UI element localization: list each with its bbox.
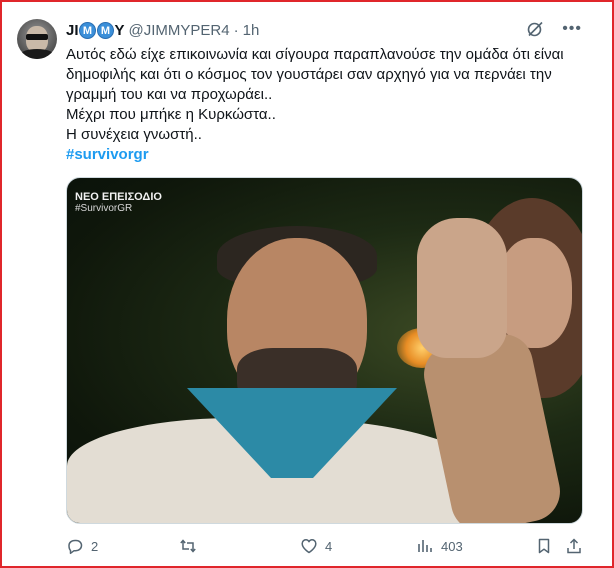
media-overlay-tag: #SurvivorGR (75, 203, 133, 214)
reply-count: 2 (91, 538, 99, 554)
like-button[interactable]: 4 (300, 535, 332, 557)
bookmark-icon (538, 538, 550, 554)
header-actions: ••• (526, 20, 582, 38)
more-icon[interactable]: ••• (562, 20, 582, 38)
views-count: 403 (441, 538, 463, 554)
retweet-button[interactable] (179, 535, 204, 557)
bookmark-button[interactable] (535, 535, 553, 557)
views-icon (418, 540, 432, 552)
user-handle[interactable]: @JIMMYPER4 (129, 22, 230, 39)
name-badge-m-2: M (97, 21, 115, 39)
avatar-glasses (26, 34, 48, 40)
hashtag-link[interactable]: #survivorgr (66, 145, 596, 165)
separator-dot: · (233, 21, 239, 39)
tweet-card[interactable]: JI M M Y @JIMMYPER4 · 1h ••• Αυτός εδώ ε… (2, 2, 612, 566)
display-name-suffix: Y (114, 21, 125, 39)
share-icon (567, 538, 581, 554)
name-badge-m-1: M (79, 21, 97, 39)
tweet-media-image[interactable]: ΝΕΟ ΕΠΕΙΣΟΔΙΟ #SurvivorGR (66, 177, 583, 524)
tweet-line-2: Μέχρι που μπήκε η Κυρκώστα.. (66, 106, 276, 123)
reply-button[interactable]: 2 (66, 535, 98, 557)
tweet-text: Αυτός εδώ είχε επικοινωνία και σίγουρα π… (66, 45, 596, 165)
display-name-prefix: JI (66, 21, 79, 39)
retweet-icon (180, 539, 196, 553)
tweet-line-3: Η συνέχεια γνωστή.. (66, 126, 202, 143)
media-overlay-title: ΝΕΟ ΕΠΕΙΣΟΔΙΟ (75, 191, 162, 203)
share-button[interactable] (565, 535, 583, 557)
avatar-shirt (19, 49, 55, 59)
tweet-line-1: Αυτός εδώ είχε επικοινωνία και σίγουρα π… (66, 46, 568, 103)
grok-icon[interactable] (526, 20, 544, 38)
like-icon (301, 539, 317, 554)
timestamp[interactable]: 1h (243, 22, 260, 39)
views-button[interactable]: 403 (416, 535, 463, 557)
avatar[interactable] (17, 19, 57, 59)
tweet-actions-bar: 2 4 403 (66, 535, 586, 557)
photo-woman-face (497, 238, 572, 348)
display-name[interactable]: JI M M Y (66, 21, 125, 39)
reply-icon (68, 539, 83, 555)
like-count: 4 (325, 538, 333, 554)
tweet-header: JI M M Y @JIMMYPER4 · 1h ••• (66, 20, 602, 40)
photo-peace-sign-hand (417, 218, 507, 358)
